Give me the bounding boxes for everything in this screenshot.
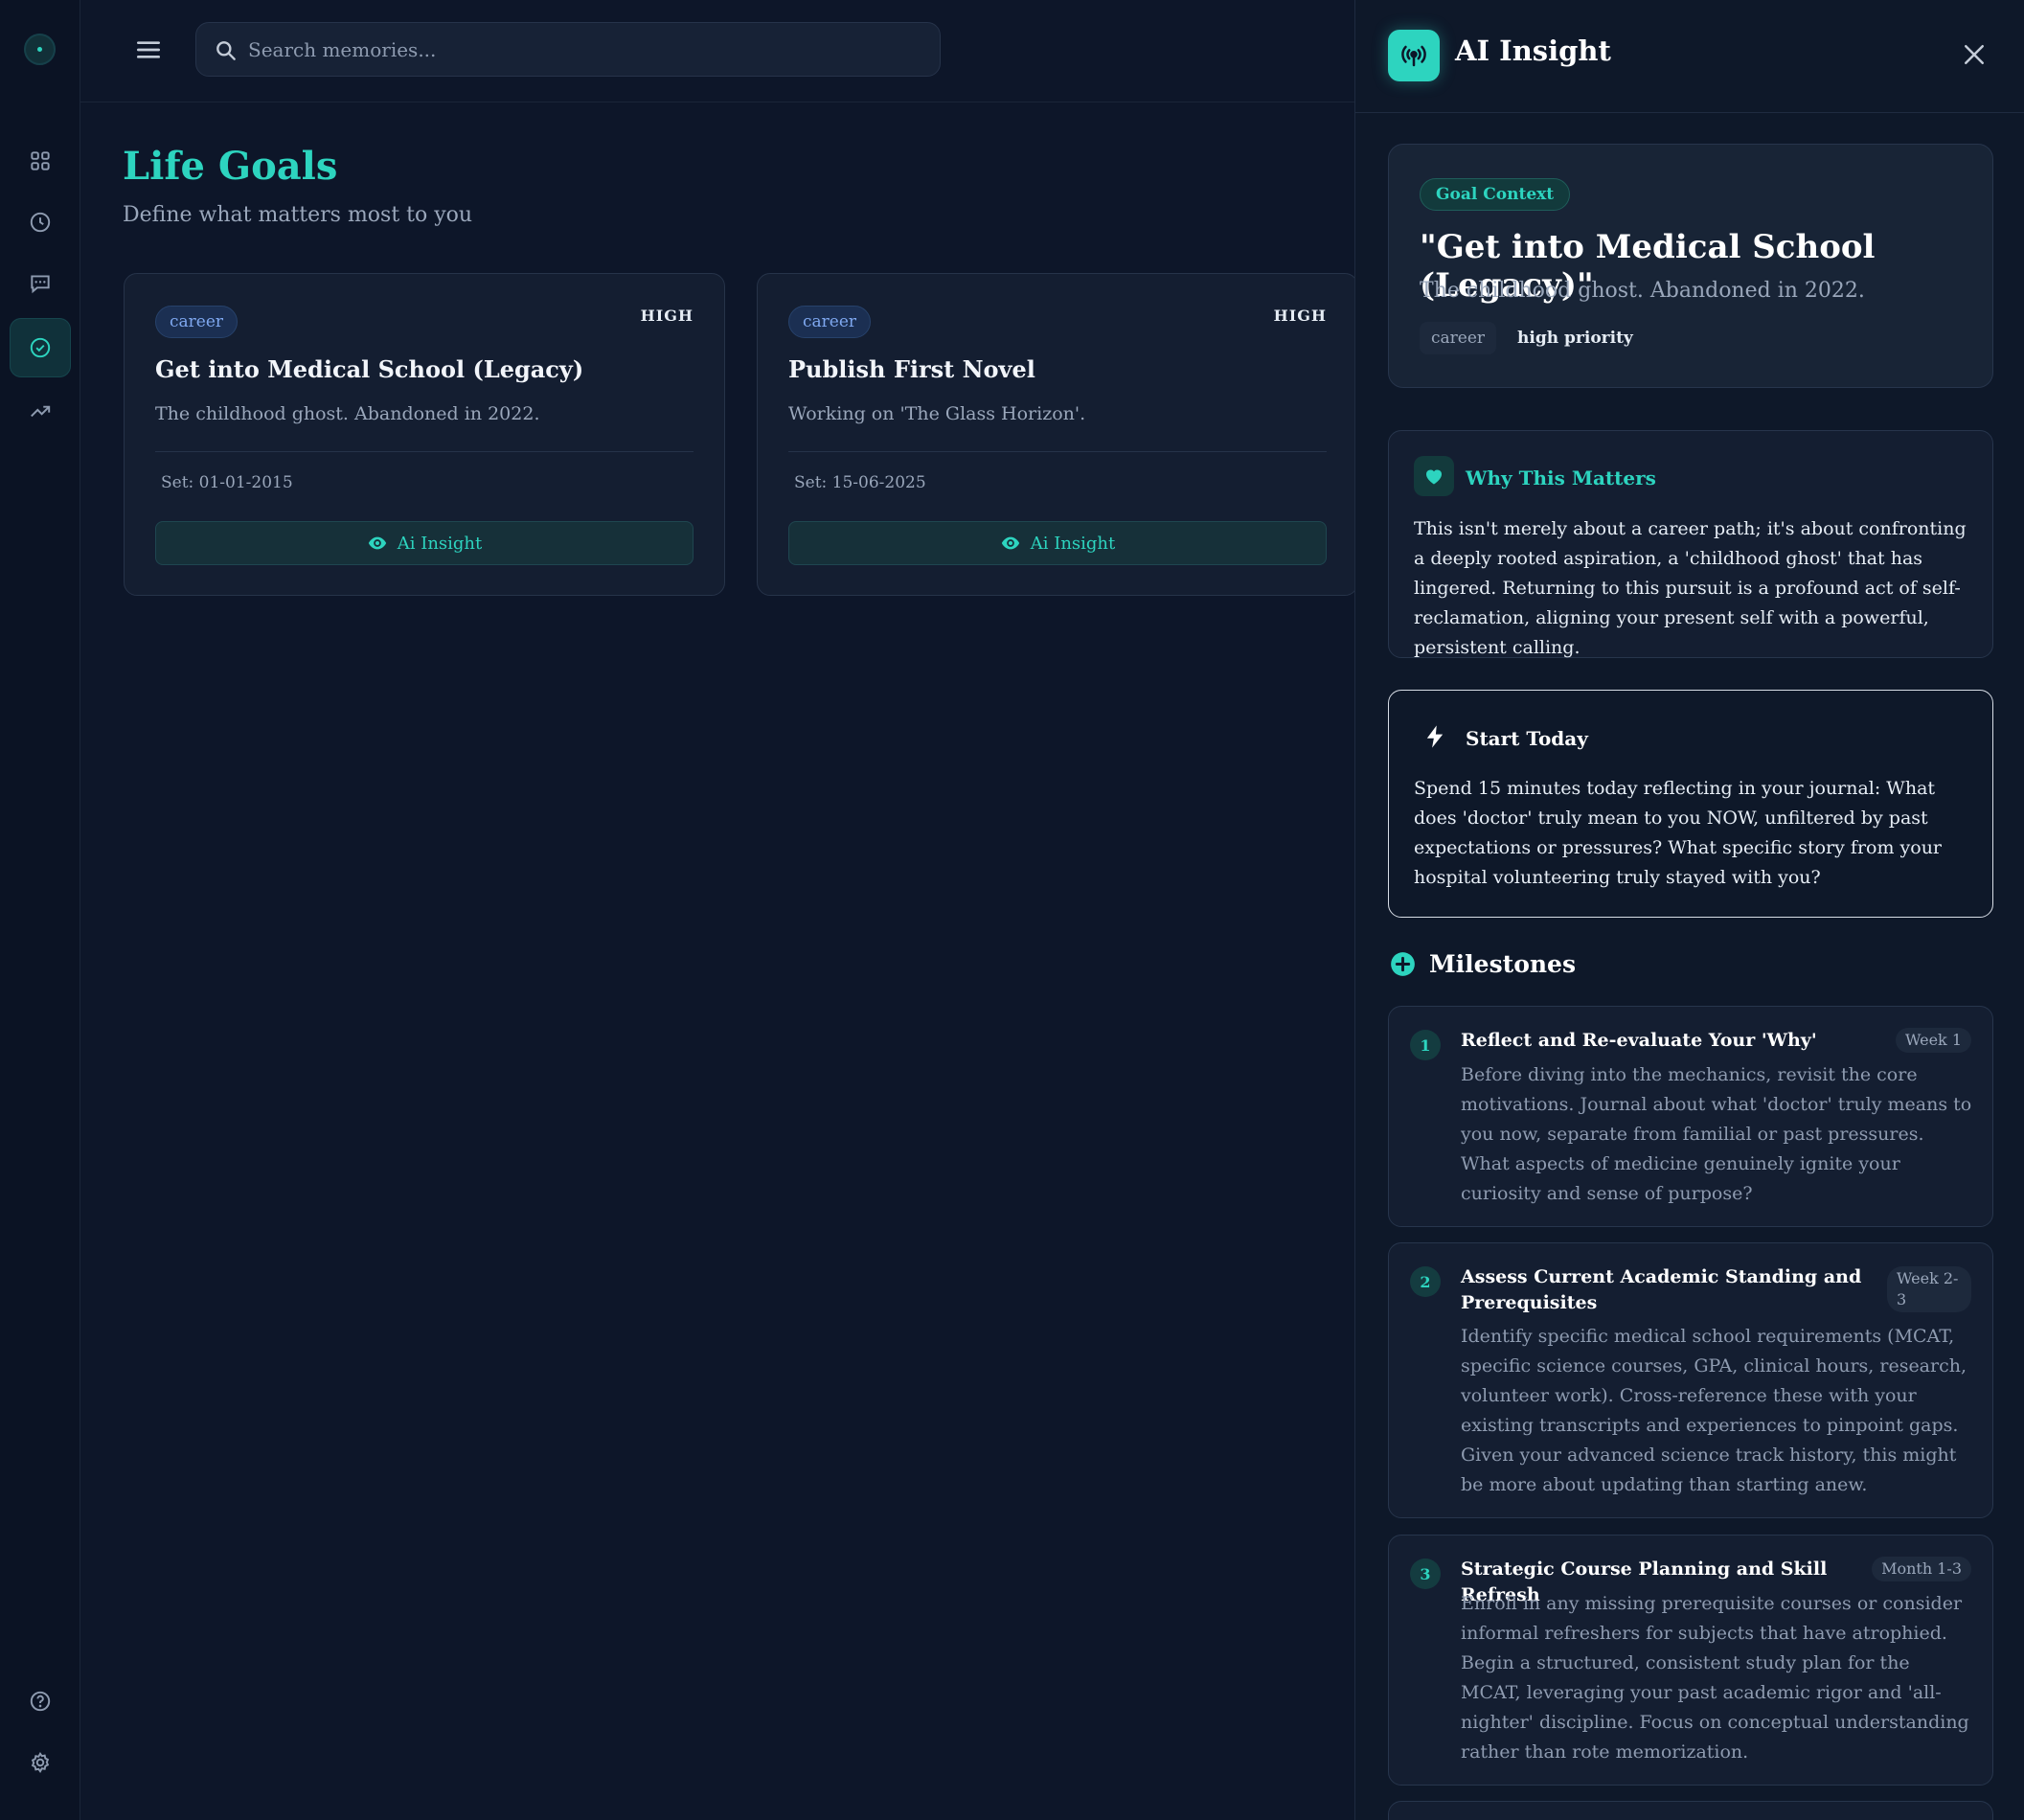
milestone-timeframe: Week 1 bbox=[1895, 1028, 1971, 1053]
context-priority-tag: high priority bbox=[1517, 329, 1633, 348]
help-icon bbox=[30, 1691, 51, 1712]
card-divider bbox=[155, 451, 694, 452]
app-root: Life Goals Define what matters most to y… bbox=[0, 0, 2024, 1820]
app-logo[interactable] bbox=[24, 34, 56, 65]
why-this-matters-card: Why This Matters This isn't merely about… bbox=[1388, 430, 1993, 658]
milestone-card: 3 Strategic Course Planning and Skill Re… bbox=[1388, 1535, 1993, 1786]
goal-context-card: Goal Context "Get into Medical School (L… bbox=[1388, 144, 1993, 388]
nav-history[interactable] bbox=[10, 193, 71, 252]
goal-title: Publish First Novel bbox=[788, 355, 1035, 383]
goal-set-date: Set: 15-06-2025 bbox=[794, 473, 926, 492]
heart-icon-badge bbox=[1414, 456, 1454, 496]
hamburger-menu-icon[interactable] bbox=[133, 34, 164, 65]
history-icon bbox=[30, 212, 51, 233]
lightning-icon bbox=[1426, 725, 1444, 748]
goal-card[interactable]: career HIGH Publish First Novel Working … bbox=[757, 273, 1358, 596]
milestone-timeframe: Week 2-3 bbox=[1887, 1266, 1971, 1312]
panel-header: AI Insight bbox=[1355, 0, 2024, 113]
ai-insight-button-label: Ai Insight bbox=[1030, 533, 1116, 554]
plus-circle-icon bbox=[1391, 952, 1415, 976]
goal-description: Working on 'The Glass Horizon'. bbox=[788, 403, 1086, 424]
search-input[interactable] bbox=[248, 23, 919, 76]
start-today-text: Spend 15 minutes today reflecting in you… bbox=[1414, 778, 1943, 888]
goal-title: Get into Medical School (Legacy) bbox=[155, 355, 584, 383]
page-title: Life Goals bbox=[123, 144, 338, 189]
ai-insight-panel: AI Insight Goal Context "Get into Medica… bbox=[1354, 0, 2024, 1820]
panel-logo bbox=[1388, 30, 1440, 81]
priority-label: HIGH bbox=[640, 307, 694, 325]
category-tag: career bbox=[788, 306, 872, 338]
dashboard-icon bbox=[31, 151, 50, 171]
goal-set-date: Set: 01-01-2015 bbox=[161, 473, 293, 492]
start-today-card: Start Today Spend 15 minutes today refle… bbox=[1388, 690, 1993, 918]
milestones-header: Milestones bbox=[1390, 950, 1576, 978]
milestone-card: 2 Assess Current Academic Standing and P… bbox=[1388, 1242, 1993, 1518]
milestone-timeframe: Month 1-3 bbox=[1872, 1557, 1971, 1581]
milestone-card: 1 Reflect and Re-evaluate Your 'Why' Wee… bbox=[1388, 1006, 1993, 1227]
broadcast-icon bbox=[1401, 45, 1426, 67]
ai-insight-button-label: Ai Insight bbox=[397, 533, 483, 554]
goal-context-badge: Goal Context bbox=[1420, 178, 1571, 211]
sidebar-rail bbox=[0, 0, 80, 1820]
nav-trends[interactable] bbox=[10, 381, 71, 441]
chat-icon bbox=[31, 275, 50, 294]
milestone-description: Identify specific medical school require… bbox=[1461, 1326, 1967, 1495]
milestone-title: Reflect and Re-evaluate Your 'Why' bbox=[1461, 1030, 1817, 1051]
goals-icon bbox=[30, 337, 51, 358]
trends-icon bbox=[31, 405, 51, 418]
milestone-number: 3 bbox=[1410, 1558, 1441, 1589]
why-this-matters-title: Why This Matters bbox=[1466, 466, 1656, 489]
milestones-title: Milestones bbox=[1429, 950, 1577, 978]
priority-label: HIGH bbox=[1273, 307, 1327, 325]
milestone-number: 2 bbox=[1410, 1266, 1441, 1297]
milestone-card-partial bbox=[1388, 1801, 1993, 1820]
milestone-number: 1 bbox=[1410, 1030, 1441, 1060]
milestone-description: Enroll in any missing prerequisite cours… bbox=[1461, 1593, 1969, 1763]
why-this-matters-text: This isn't merely about a career path; i… bbox=[1414, 518, 1967, 658]
nav-chat[interactable] bbox=[10, 254, 71, 313]
close-icon[interactable] bbox=[1960, 40, 1989, 69]
eye-icon bbox=[1001, 536, 1019, 550]
nav-dashboard[interactable] bbox=[10, 131, 71, 191]
milestone-title: Assess Current Academic Standing and Pre… bbox=[1461, 1266, 1862, 1313]
nav-help[interactable] bbox=[10, 1672, 71, 1731]
nav-settings[interactable] bbox=[10, 1733, 71, 1792]
nav-goals[interactable] bbox=[10, 318, 71, 377]
goal-card[interactable]: career HIGH Get into Medical School (Leg… bbox=[124, 273, 725, 596]
context-tags: career high priority bbox=[1420, 322, 1645, 354]
panel-title: AI Insight bbox=[1455, 34, 1611, 67]
context-goal-description: The childhood ghost. Abandoned in 2022. bbox=[1420, 279, 1865, 303]
page-subtitle: Define what matters most to you bbox=[123, 203, 473, 227]
heart-icon bbox=[1426, 469, 1442, 485]
context-category-tag: career bbox=[1420, 322, 1497, 354]
milestone-description: Before diving into the mechanics, revisi… bbox=[1461, 1064, 1972, 1204]
search-icon bbox=[216, 41, 236, 60]
card-divider bbox=[788, 451, 1327, 452]
eye-icon bbox=[368, 536, 386, 550]
ai-insight-button[interactable]: Ai Insight bbox=[788, 521, 1327, 565]
category-tag: career bbox=[155, 306, 239, 338]
search-bar[interactable] bbox=[195, 22, 941, 77]
start-today-title: Start Today bbox=[1466, 727, 1588, 750]
goal-description: The childhood ghost. Abandoned in 2022. bbox=[155, 403, 540, 424]
settings-icon bbox=[31, 1751, 50, 1774]
top-bar bbox=[80, 0, 1354, 102]
ai-insight-button[interactable]: Ai Insight bbox=[155, 521, 694, 565]
